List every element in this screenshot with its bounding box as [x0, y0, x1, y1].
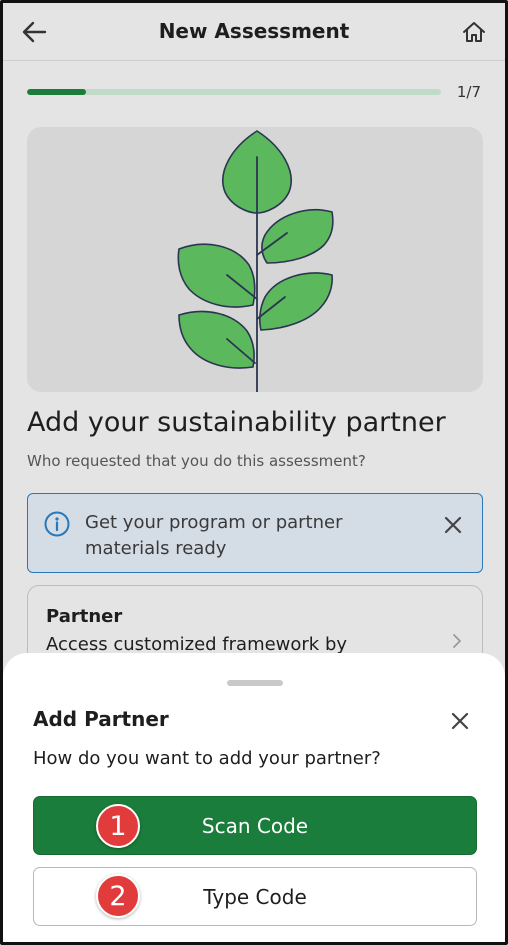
close-icon[interactable] [442, 514, 464, 536]
header: New Assessment [3, 3, 505, 61]
step-badge-2: 2 [96, 874, 140, 918]
sheet-title: Add Partner [33, 707, 169, 731]
info-icon [44, 511, 70, 537]
home-button[interactable] [457, 15, 491, 49]
progress-bar [27, 89, 441, 95]
partner-title: Partner [46, 606, 123, 627]
plant-icon [177, 130, 334, 393]
partner-description: Access customized framework by [46, 634, 348, 655]
section-heading: Add your sustainability partner [27, 407, 446, 438]
info-banner-text: Get your program or partner materials re… [85, 512, 343, 559]
progress-fill [27, 89, 87, 95]
step-badge-1: 1 [96, 804, 140, 848]
progress-label: 1/7 [456, 83, 481, 101]
home-icon [463, 22, 485, 42]
app-frame: New Assessment 1/7 Add your sustainabili… [0, 0, 508, 945]
page-title: New Assessment [158, 19, 350, 43]
add-partner-sheet: Add Partner How do you want to add your … [3, 653, 505, 942]
chevron-right-icon [453, 634, 461, 648]
assessment-page: New Assessment 1/7 Add your sustainabili… [3, 3, 505, 942]
info-banner: Get your program or partner materials re… [27, 493, 483, 573]
plant-illustration [27, 127, 483, 393]
section-subheading: Who requested that you do this assessmen… [27, 452, 366, 470]
close-icon[interactable] [449, 710, 471, 732]
sheet-grabber[interactable] [227, 680, 283, 686]
sheet-question: How do you want to add your partner? [33, 748, 381, 769]
